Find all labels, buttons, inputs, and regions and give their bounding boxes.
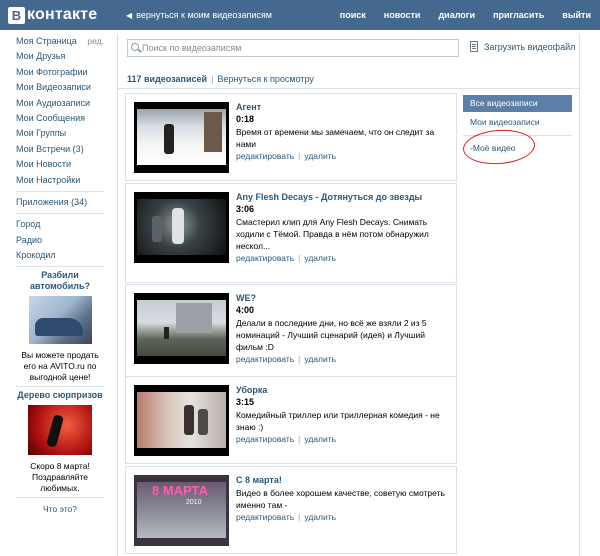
- tab-all-videos[interactable]: Все видеозаписи: [463, 95, 572, 112]
- edit-link[interactable]: редактировать: [236, 434, 294, 444]
- video-duration: 3:15: [236, 397, 255, 407]
- tab-my-videos[interactable]: Мои видеозаписи: [463, 114, 572, 131]
- delete-link[interactable]: удалить: [304, 354, 336, 364]
- crashed-car-image[interactable]: [28, 296, 92, 345]
- divider: [118, 88, 579, 89]
- menu-divider: [16, 213, 104, 215]
- upload-label: Загрузить видеофайл: [484, 41, 576, 52]
- logo-text: контакте: [27, 6, 98, 23]
- ad-block[interactable]: Разбили автомобиль? Вы можете продать ег…: [16, 270, 104, 383]
- ad-text: Скоро 8 марта! Поздравляйте любимых.: [30, 461, 90, 494]
- ad-block[interactable]: Дерево сюрпризов Скоро 8 марта! Поздравл…: [16, 390, 104, 494]
- edit-link[interactable]: редактировать: [236, 354, 294, 364]
- document-icon: [470, 41, 478, 52]
- video-description: Время от времени мы замечаем, что он сле…: [236, 127, 435, 149]
- menu-item-news[interactable]: Мои Новости: [16, 157, 104, 172]
- menu-item-messages[interactable]: Мои Сообщения: [16, 111, 104, 126]
- menu-item-friends[interactable]: Мои Друзья: [16, 49, 104, 64]
- menu-item-settings[interactable]: Мои Настройки: [16, 173, 104, 188]
- video-duration: 4:00: [236, 305, 255, 315]
- ads-divider: [16, 497, 104, 499]
- ads-divider: [16, 266, 104, 268]
- nav-news[interactable]: новости: [375, 0, 430, 30]
- delete-link[interactable]: удалить: [304, 434, 336, 444]
- video-duration: 3:06: [236, 204, 255, 214]
- edit-link[interactable]: редактировать: [236, 151, 294, 161]
- edit-link[interactable]: редактировать: [236, 253, 294, 263]
- nav-invite[interactable]: пригласить: [484, 0, 553, 30]
- menu-item-groups[interactable]: Мои Группы: [16, 126, 104, 141]
- arrow-left-icon: ◀: [126, 10, 133, 20]
- ad-title[interactable]: Дерево сюрпризов: [16, 390, 104, 401]
- vkontakte-logo[interactable]: В контакте: [8, 5, 97, 25]
- left-menu: Моя Страница ред. Мои Друзья Мои Фотограф…: [16, 34, 104, 263]
- video-title[interactable]: Агент: [236, 101, 450, 113]
- video-thumbnail[interactable]: [134, 102, 229, 173]
- video-item: 8 МАРТА 2010 С 8 марта! Видео в более хо…: [125, 466, 457, 554]
- video-duration: 0:18: [236, 114, 255, 124]
- video-item: Агент 0:18 Время от времени мы замечаем,…: [125, 93, 457, 181]
- video-description: Комедийный триллер или триллерная комеди…: [236, 410, 440, 432]
- video-count-bar: 117 видеозаписей | Вернуться к просмотру: [127, 74, 314, 84]
- video-description: Смастерил клип для Any Flesh Decays. Сни…: [236, 217, 429, 251]
- menu-item-radio[interactable]: Радио: [16, 233, 104, 248]
- video-item: Any Flesh Decays - Дотянуться до звезды …: [125, 183, 457, 283]
- video-title[interactable]: Уборка: [236, 384, 450, 396]
- menu-divider: [16, 190, 104, 192]
- whats-this-link[interactable]: Что это?: [16, 504, 104, 514]
- menu-item-city[interactable]: Город: [16, 217, 104, 232]
- menu-item-audio[interactable]: Мои Аудиозаписи: [16, 96, 104, 111]
- upload-video-button[interactable]: Загрузить видеофайл: [470, 41, 575, 52]
- delete-link[interactable]: удалить: [304, 253, 336, 263]
- video-search[interactable]: [127, 39, 459, 57]
- edit-link[interactable]: ред.: [87, 34, 104, 49]
- back-to-my-videos-link[interactable]: ◀ вернуться к моим видеозаписям: [126, 10, 272, 20]
- thumbnail-year-text: 2010: [186, 499, 202, 506]
- video-thumbnail[interactable]: [134, 385, 229, 456]
- video-title[interactable]: WE?: [236, 292, 450, 304]
- left-sidebar: Моя Страница ред. Мои Друзья Мои Фотограф…: [16, 34, 104, 514]
- delete-link[interactable]: удалить: [304, 512, 336, 522]
- top-nav: поиск новости диалоги пригласить выйти: [331, 0, 600, 30]
- video-description: Видео в более хорошем качестве, советую …: [236, 488, 445, 510]
- video-description: Делали в последние дни, но всё же взяли …: [236, 318, 427, 352]
- thumbnail-title-text: 8 МАРТА: [152, 483, 209, 498]
- nav-logout[interactable]: выйти: [553, 0, 600, 30]
- search-icon: [131, 43, 139, 51]
- search-input[interactable]: [142, 41, 442, 54]
- dancing-couple-image[interactable]: [28, 405, 92, 456]
- menu-item-crocodile[interactable]: Крокодил: [16, 248, 104, 263]
- menu-item-photos[interactable]: Мои Фотографии: [16, 65, 104, 80]
- video-title[interactable]: С 8 марта!: [236, 474, 450, 486]
- nav-search[interactable]: поиск: [331, 0, 375, 30]
- edit-link[interactable]: редактировать: [236, 512, 294, 522]
- menu-item-apps[interactable]: Приложения (34): [16, 195, 104, 210]
- back-link-label: вернуться к моим видеозаписям: [136, 10, 272, 20]
- video-title[interactable]: Any Flesh Decays - Дотянуться до звезды: [236, 191, 450, 203]
- ads-divider: [16, 386, 104, 388]
- video-thumbnail[interactable]: [134, 192, 229, 263]
- nav-dialogs[interactable]: диалоги: [429, 0, 484, 30]
- video-thumbnail[interactable]: 8 МАРТА 2010: [134, 475, 229, 546]
- ad-title[interactable]: Разбили автомобиль?: [16, 270, 104, 292]
- logo-letter: В: [8, 6, 25, 24]
- menu-item-events[interactable]: Мои Встречи (3): [16, 142, 104, 157]
- video-count: 117 видеозаписей: [127, 74, 208, 84]
- video-thumbnail[interactable]: [134, 293, 229, 364]
- video-item: Уборка 3:15 Комедийный триллер или трилл…: [125, 376, 457, 464]
- back-to-browse-link[interactable]: Вернуться к просмотру: [217, 74, 314, 84]
- top-bar: В контакте ◀ вернуться к моим видеозапис…: [0, 0, 600, 30]
- ad-text: Вы можете продать его на AVITO.ru по выг…: [21, 350, 99, 383]
- menu-item-my-page[interactable]: Моя Страница ред.: [16, 34, 104, 49]
- delete-link[interactable]: удалить: [304, 151, 336, 161]
- menu-item-videos[interactable]: Мои Видеозаписи: [16, 80, 104, 95]
- video-item: WE? 4:00 Делали в последние дни, но всё …: [125, 284, 457, 384]
